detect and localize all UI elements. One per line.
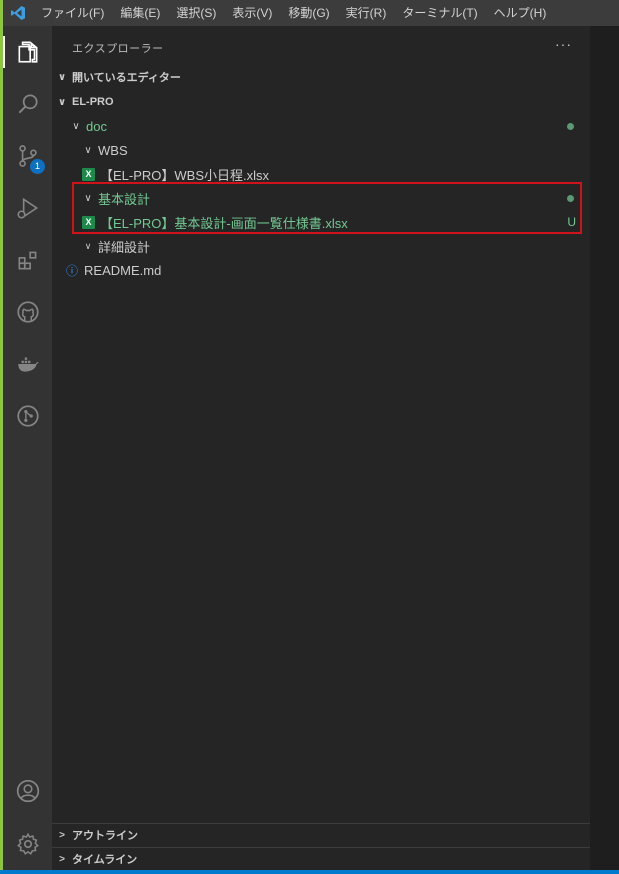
extensions-icon[interactable] [3, 240, 52, 280]
tree-folder-wbs[interactable]: ∨ WBS [52, 138, 590, 162]
menu-go[interactable]: 移動(G) [280, 0, 337, 26]
menu-run[interactable]: 実行(R) [338, 0, 395, 26]
sidebar-title: エクスプローラー [72, 43, 164, 55]
vscode-logo-icon [3, 0, 33, 26]
search-icon[interactable] [3, 84, 52, 124]
github-icon[interactable] [3, 292, 52, 332]
tree-folder-doc[interactable]: ∨ doc [52, 114, 590, 138]
activity-bar: 1 [3, 26, 52, 874]
menu-edit[interactable]: 編集(E) [112, 0, 168, 26]
menu-help[interactable]: ヘルプ(H) [486, 0, 555, 26]
run-debug-icon[interactable] [3, 188, 52, 228]
explorer-icon[interactable] [3, 32, 52, 72]
chevron-right-icon: > [59, 829, 65, 841]
status-bar [0, 870, 619, 874]
menu-file[interactable]: ファイル(F) [33, 0, 112, 26]
file-label: 【EL-PRO】WBS小日程.xlsx [100, 167, 270, 183]
folder-label: 詳細設計 [98, 239, 151, 255]
docker-icon[interactable] [3, 344, 52, 384]
git-graph-icon[interactable] [3, 396, 52, 436]
chevron-right-icon: > [59, 853, 65, 865]
outline-section[interactable]: > アウトライン [52, 823, 590, 846]
menu-selection[interactable]: 選択(S) [168, 0, 224, 26]
tree-file-readme[interactable]: ⓘ README.md [52, 258, 590, 282]
menu-bar: ファイル(F) 編集(E) 選択(S) 表示(V) 移動(G) 実行(R) ター… [3, 0, 619, 26]
excel-file-icon: X [82, 167, 95, 181]
chevron-down-icon: ∨ [84, 144, 92, 156]
outline-label: アウトライン [72, 830, 138, 842]
open-editors-label: 開いているエディター [72, 72, 181, 84]
workspace-root-section[interactable]: ∨ EL-PRO [52, 91, 590, 113]
menu-terminal[interactable]: ターミナル(T) [394, 0, 485, 26]
editor-area [590, 26, 619, 874]
timeline-section[interactable]: > タイムライン [52, 847, 590, 870]
menu-view[interactable]: 表示(V) [224, 0, 280, 26]
more-actions-button[interactable]: ··· [555, 36, 572, 52]
explorer-sidebar: エクスプローラー ··· ∨ 開いているエディター ∨ EL-PRO ∨ doc… [52, 26, 590, 874]
chevron-down-icon: ∨ [72, 120, 80, 132]
tree-folder-shosai[interactable]: ∨ 詳細設計 [52, 234, 590, 258]
chevron-down-icon: ∨ [84, 240, 92, 251]
folder-label: doc [86, 118, 107, 134]
account-icon[interactable] [3, 771, 52, 811]
open-editors-section[interactable]: ∨ 開いているエディター [52, 66, 590, 88]
info-icon: ⓘ [66, 263, 79, 278]
source-control-icon[interactable]: 1 [3, 136, 52, 176]
timeline-label: タイムライン [72, 854, 138, 866]
settings-gear-icon[interactable] [3, 824, 52, 864]
highlight-annotation-box [72, 182, 582, 234]
file-label: README.md [84, 262, 162, 278]
folder-label: WBS [98, 142, 128, 158]
workspace-root-label: EL-PRO [72, 96, 114, 108]
modified-dot-icon [567, 122, 574, 130]
scm-badge: 1 [30, 159, 45, 174]
chevron-down-icon: ∨ [57, 71, 67, 83]
chevron-down-icon: ∨ [57, 96, 67, 108]
